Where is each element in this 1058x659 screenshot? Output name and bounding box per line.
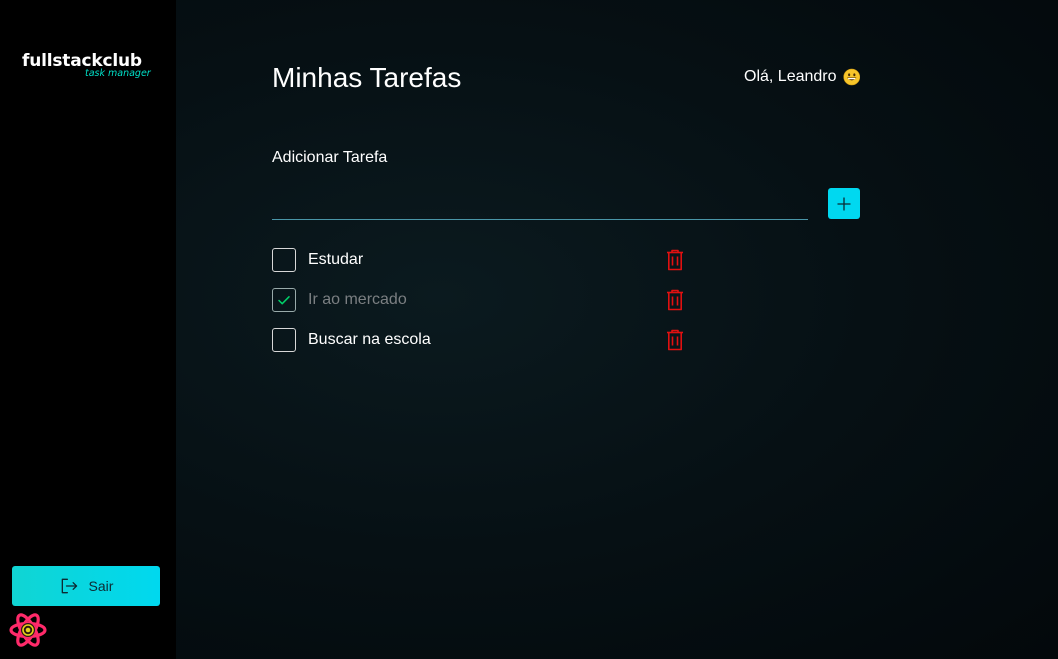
check-icon: [278, 296, 290, 305]
smile-emoji-icon: [842, 68, 860, 86]
task-label: Estudar: [308, 251, 364, 268]
task-checkbox[interactable]: [272, 328, 296, 352]
logo: fullstackclub task manager: [22, 52, 151, 79]
main-content: Minhas Tarefas Olá, Leandro Adicionar Ta…: [176, 0, 1058, 659]
greeting-text: Olá, Leandro: [744, 68, 837, 85]
add-task-label: Adicionar Tarefa: [272, 149, 388, 166]
trash-icon: [667, 329, 683, 351]
trash-icon: [667, 289, 683, 311]
signout-button[interactable]: Sair: [12, 566, 160, 606]
sidebar: fullstackclub task manager Sair: [0, 0, 176, 659]
task-list: Estudar Ir ao mercado Buscar na escola: [272, 248, 692, 368]
delete-task-button[interactable]: [664, 288, 686, 312]
task-item: Buscar na escola: [272, 328, 692, 368]
task-item: Estudar: [272, 248, 692, 288]
delete-task-button[interactable]: [664, 248, 686, 272]
task-label: Buscar na escola: [308, 331, 431, 348]
page-title: Minhas Tarefas: [272, 62, 462, 93]
task-label: Ir ao mercado: [308, 291, 407, 308]
user-greeting: Olá, Leandro: [744, 68, 860, 86]
task-item: Ir ao mercado: [272, 288, 692, 328]
logo-sub-text: task manager: [85, 68, 151, 79]
react-devtools-icon[interactable]: [8, 611, 48, 649]
app: fullstackclub task manager Sair Minhas T…: [0, 0, 1058, 659]
task-input[interactable]: [272, 190, 808, 220]
plus-icon: [837, 196, 851, 211]
signout-icon: [61, 578, 77, 594]
delete-task-button[interactable]: [664, 328, 686, 352]
task-checkbox[interactable]: [272, 248, 296, 272]
add-task-button[interactable]: [828, 188, 860, 219]
task-checkbox[interactable]: [272, 288, 296, 312]
signout-label: Sair: [88, 578, 114, 594]
trash-icon: [667, 249, 683, 271]
